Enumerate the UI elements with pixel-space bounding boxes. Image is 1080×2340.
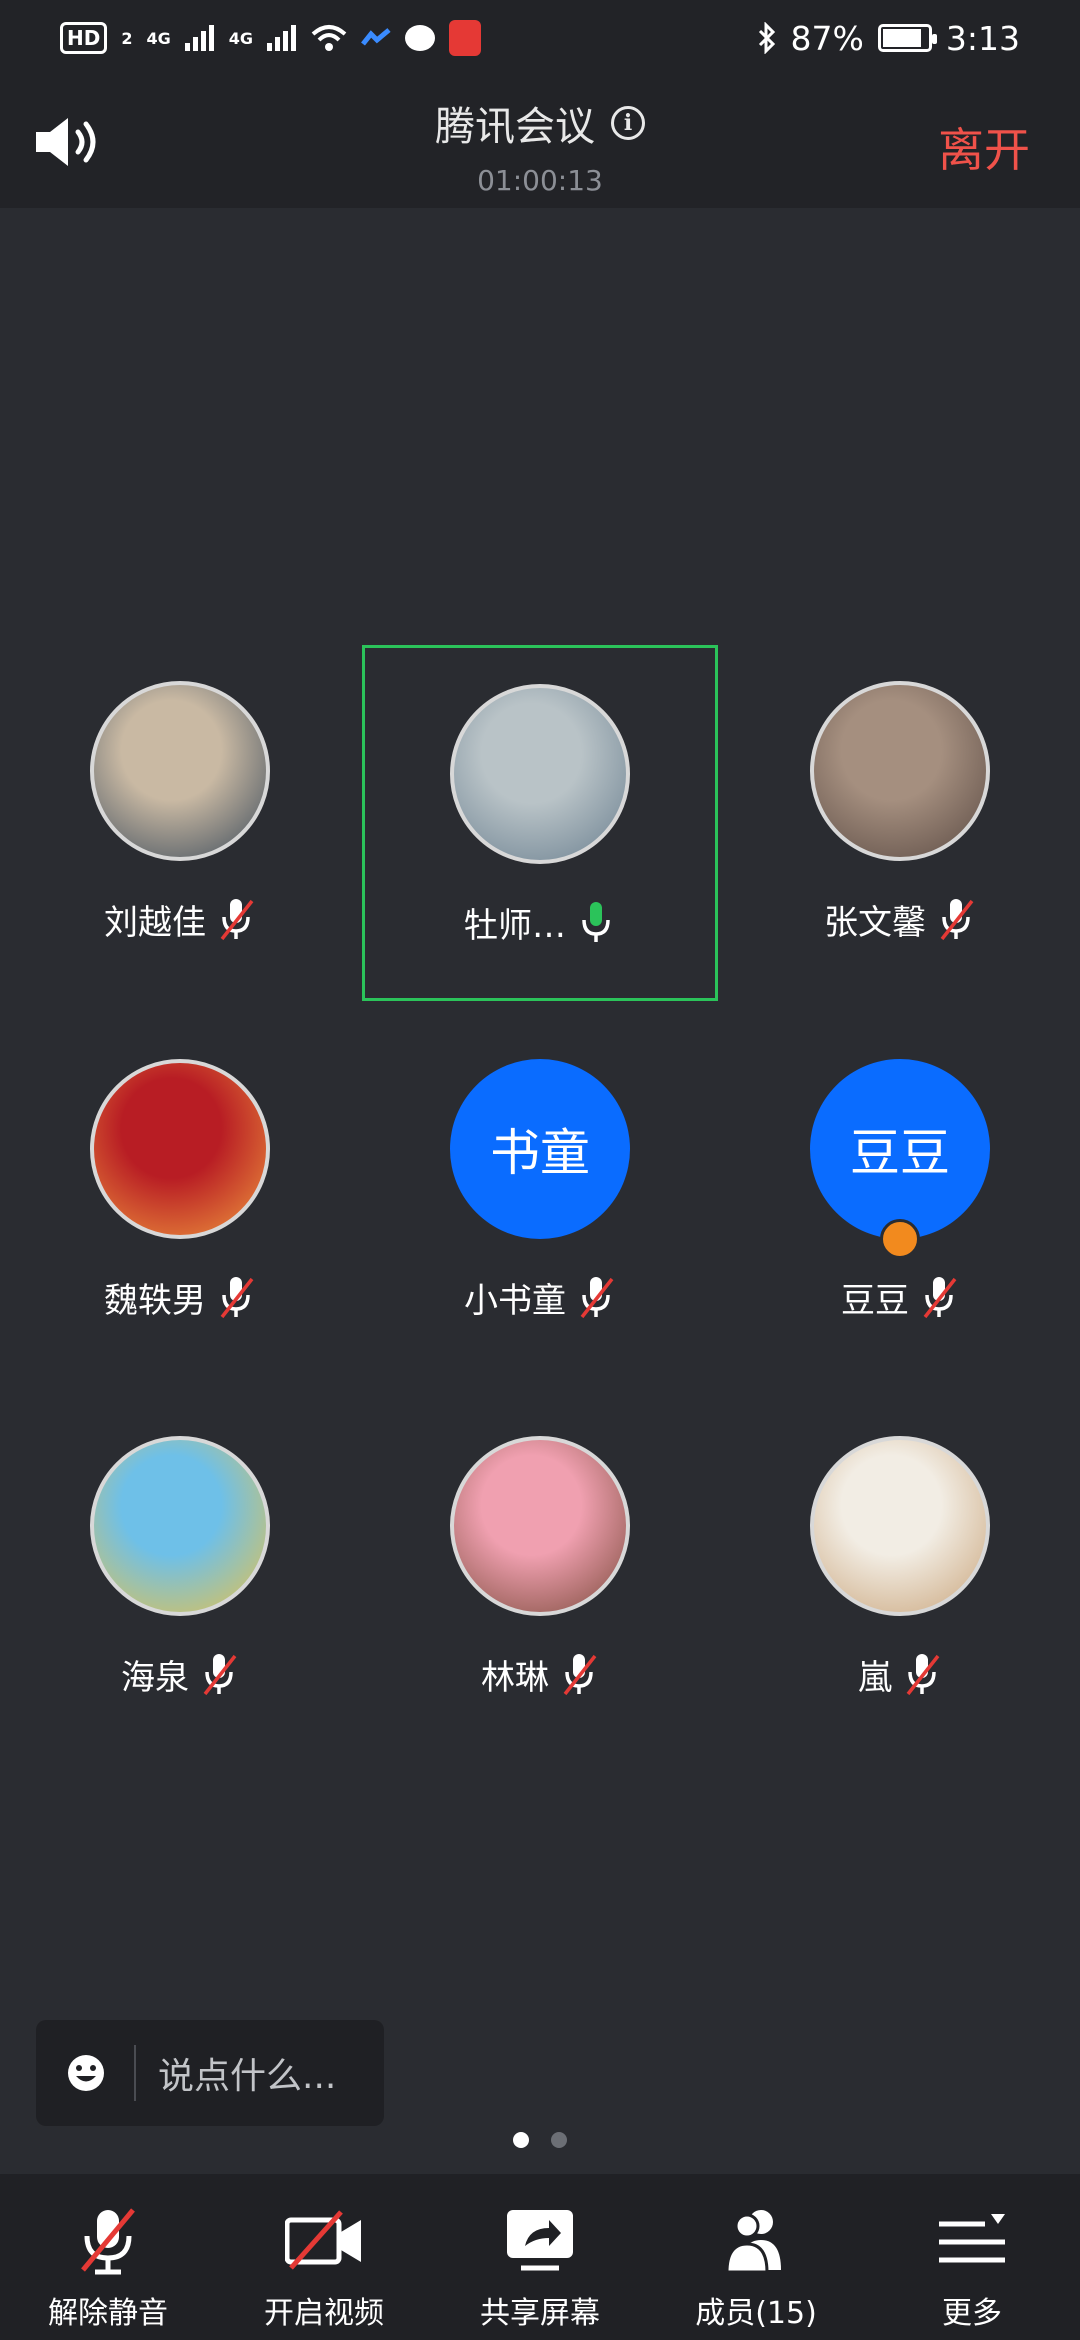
meeting-timer: 01:00:13 (477, 164, 603, 197)
participant-tile[interactable]: 张文馨 (722, 645, 1078, 1001)
wifi-icon (311, 25, 347, 51)
participant-name: 张文馨 (824, 903, 926, 943)
participant-name-row: 海泉 (2, 1650, 358, 1699)
more-label: 更多 (942, 2296, 1002, 2331)
clock: 3:13 (945, 18, 1020, 58)
signal-4g-label-2: 4G (228, 28, 254, 48)
participant-name-row: 小书童 (362, 1273, 718, 1322)
signal-bars-icon (267, 25, 297, 51)
avatar-initials: 豆豆 (810, 1059, 990, 1239)
participant-name: 刘越佳 (104, 903, 206, 943)
participant-name: 牡师… (464, 906, 566, 946)
participant-name-row: 张文馨 (722, 895, 1078, 944)
mic-muted-icon (906, 1653, 940, 1695)
app-notification-icon (361, 28, 391, 46)
emoji-icon[interactable] (66, 2053, 106, 2093)
avatar (90, 1059, 270, 1239)
leave-button[interactable]: 离开 (938, 114, 1030, 180)
mic-muted-icon (940, 898, 974, 940)
avatar (450, 1436, 630, 1616)
avatar (90, 681, 270, 861)
participant-name-row: 刘越佳 (2, 895, 358, 944)
participant-tile[interactable]: 林琳 (362, 1400, 718, 1756)
share-screen-icon (507, 2210, 573, 2271)
participant-name-row: 嵐 (722, 1650, 1078, 1699)
bluetooth-icon (758, 22, 775, 54)
page-dot[interactable] (551, 2132, 567, 2148)
meeting-title[interactable]: 腾讯会议 i (435, 94, 645, 152)
video-off-icon (285, 2210, 361, 2270)
participant-tile[interactable]: 魏轶男 (2, 1023, 358, 1379)
participant-name-row: 牡师… (365, 898, 715, 947)
members-button[interactable]: 成员(15) (648, 2174, 864, 2340)
participant-name: 嵐 (858, 1658, 892, 1698)
avatar (450, 684, 630, 864)
battery-percent: 87% (790, 18, 864, 58)
participant-name-row: 林琳 (362, 1650, 718, 1699)
chat-input[interactable]: 说点什么... (36, 2020, 384, 2126)
participant-tile[interactable]: 刘越佳 (2, 645, 358, 1001)
unmute-button[interactable]: 解除静音 (0, 2174, 216, 2340)
participant-name: 豆豆 (841, 1281, 909, 1321)
participant-tile[interactable]: 海泉 (2, 1400, 358, 1756)
avatar (810, 681, 990, 861)
participant-name-row: 魏轶男 (2, 1273, 358, 1322)
more-menu-icon (939, 2214, 1005, 2263)
mic-muted-icon (220, 898, 254, 940)
bottom-toolbar: 解除静音 开启视频 共享屏幕 成员(15) 更多 (0, 2174, 1080, 2340)
battery-icon (877, 24, 937, 52)
message-icon (405, 25, 436, 51)
members-icon (725, 2210, 781, 2274)
participant-tile[interactable]: 牡师… (362, 645, 718, 1001)
mic-muted-icon (923, 1276, 957, 1318)
avatar-initials: 书童 (450, 1059, 630, 1239)
participant-name: 海泉 (121, 1658, 189, 1698)
share-screen-button[interactable]: 共享屏幕 (432, 2174, 648, 2340)
avatar (90, 1436, 270, 1616)
more-button[interactable]: 更多 (864, 2174, 1080, 2340)
signal-4g-label-1: 4G (146, 28, 171, 48)
status-bar: HD 2 4G 4G 87% 3:13 (0, 0, 1080, 76)
participant-name-row: 豆豆 (722, 1273, 1078, 1322)
unmute-label: 解除静音 (48, 2296, 168, 2331)
page-dot[interactable] (513, 2132, 529, 2148)
participant-tile[interactable]: 书童小书童 (362, 1023, 718, 1379)
mic-muted-icon (203, 1653, 237, 1695)
participant-name: 魏轶男 (104, 1281, 206, 1321)
chat-placeholder: 说点什么... (158, 2056, 337, 2097)
mic-muted-icon (580, 1276, 614, 1318)
mic-on-icon (582, 901, 610, 942)
start-video-button[interactable]: 开启视频 (216, 2174, 432, 2340)
network-sub-label: 2 (121, 28, 133, 48)
chat-divider (134, 2045, 136, 2101)
meeting-title-text: 腾讯会议 (435, 104, 595, 150)
mic-muted-icon (81, 2208, 135, 2275)
avatar (810, 1436, 990, 1616)
participant-name: 小书童 (464, 1281, 566, 1321)
recording-icon (449, 20, 482, 56)
share-screen-label: 共享屏幕 (480, 2296, 600, 2331)
participant-name: 林琳 (481, 1658, 549, 1698)
host-badge-icon (880, 1219, 920, 1259)
hd-badge: HD (60, 22, 108, 54)
participant-tile[interactable]: 嵐 (722, 1400, 1078, 1756)
start-video-label: 开启视频 (264, 2296, 384, 2331)
mic-muted-icon (563, 1653, 597, 1695)
meeting-header: 腾讯会议 i 01:00:13 离开 (0, 76, 1080, 208)
page-indicator (0, 2132, 1080, 2148)
mic-muted-icon (220, 1276, 254, 1318)
members-label: 成员(15) (695, 2296, 817, 2331)
info-icon[interactable]: i (611, 106, 645, 140)
signal-bars-icon (184, 25, 214, 51)
participant-tile[interactable]: 豆豆 豆豆 (722, 1023, 1078, 1379)
